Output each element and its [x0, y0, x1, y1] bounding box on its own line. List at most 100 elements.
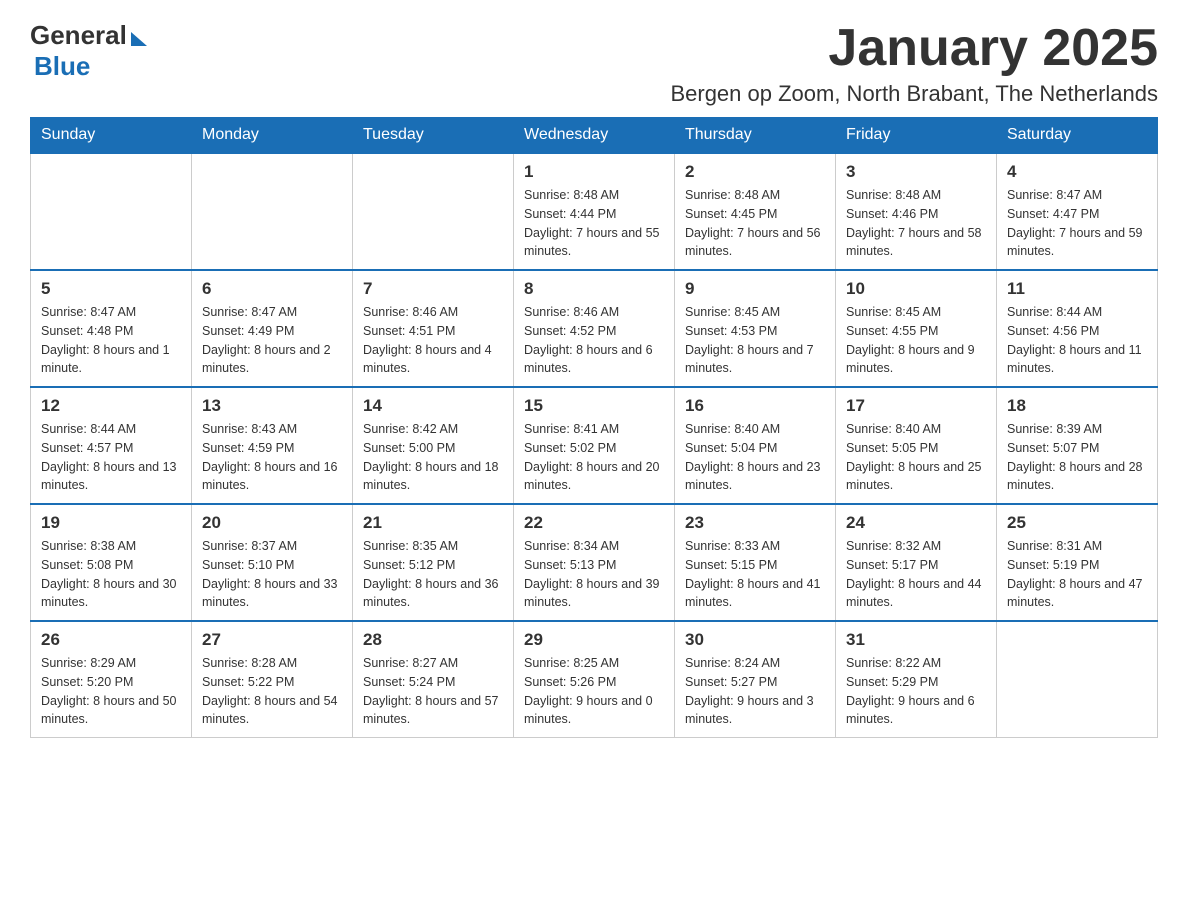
day-info: Sunrise: 8:48 AM Sunset: 4:46 PM Dayligh… — [846, 186, 986, 261]
calendar-cell: 8 Sunrise: 8:46 AM Sunset: 4:52 PM Daylig… — [514, 270, 675, 387]
calendar-cell: 18 Sunrise: 8:39 AM Sunset: 5:07 PM Dayli… — [997, 387, 1158, 504]
day-info: Sunrise: 8:34 AM Sunset: 5:13 PM Dayligh… — [524, 537, 664, 612]
day-info: Sunrise: 8:47 AM Sunset: 4:48 PM Dayligh… — [41, 303, 181, 378]
day-number: 1 — [524, 162, 664, 182]
day-number: 19 — [41, 513, 181, 533]
day-number: 21 — [363, 513, 503, 533]
day-info: Sunrise: 8:45 AM Sunset: 4:53 PM Dayligh… — [685, 303, 825, 378]
calendar-cell: 29Sunrise: 8:25 AM Sunset: 5:26 PM Dayli… — [514, 621, 675, 738]
day-number: 8 — [524, 279, 664, 299]
calendar-cell: 4 Sunrise: 8:47 AM Sunset: 4:47 PM Daylig… — [997, 153, 1158, 270]
day-number: 6 — [202, 279, 342, 299]
day-number: 30 — [685, 630, 825, 650]
title-area: January 2025 Bergen op Zoom, North Braba… — [670, 20, 1158, 107]
day-info: Sunrise: 8:29 AM Sunset: 5:20 PM Dayligh… — [41, 654, 181, 729]
calendar-cell: 2 Sunrise: 8:48 AM Sunset: 4:45 PM Daylig… — [675, 153, 836, 270]
day-number: 20 — [202, 513, 342, 533]
day-info: Sunrise: 8:27 AM Sunset: 5:24 PM Dayligh… — [363, 654, 503, 729]
day-info: Sunrise: 8:47 AM Sunset: 4:49 PM Dayligh… — [202, 303, 342, 378]
calendar-cell — [31, 153, 192, 270]
calendar-cell: 23 Sunrise: 8:33 AM Sunset: 5:15 PM Dayli… — [675, 504, 836, 621]
day-number: 15 — [524, 396, 664, 416]
day-number: 22 — [524, 513, 664, 533]
calendar-table: SundayMondayTuesdayWednesdayThursdayFrid… — [30, 117, 1158, 738]
day-info: Sunrise: 8:32 AM Sunset: 5:17 PM Dayligh… — [846, 537, 986, 612]
weekday-header-wednesday: Wednesday — [514, 118, 675, 154]
calendar-cell: 31Sunrise: 8:22 AM Sunset: 5:29 PM Dayli… — [836, 621, 997, 738]
calendar-week-row: 12 Sunrise: 8:44 AM Sunset: 4:57 PM Dayli… — [31, 387, 1158, 504]
day-info: Sunrise: 8:31 AM Sunset: 5:19 PM Dayligh… — [1007, 537, 1147, 612]
calendar-cell: 3 Sunrise: 8:48 AM Sunset: 4:46 PM Daylig… — [836, 153, 997, 270]
calendar-cell: 28Sunrise: 8:27 AM Sunset: 5:24 PM Dayli… — [353, 621, 514, 738]
day-number: 24 — [846, 513, 986, 533]
day-number: 10 — [846, 279, 986, 299]
day-info: Sunrise: 8:35 AM Sunset: 5:12 PM Dayligh… — [363, 537, 503, 612]
day-info: Sunrise: 8:41 AM Sunset: 5:02 PM Dayligh… — [524, 420, 664, 495]
calendar-cell: 20 Sunrise: 8:37 AM Sunset: 5:10 PM Dayli… — [192, 504, 353, 621]
calendar-cell — [353, 153, 514, 270]
day-info: Sunrise: 8:40 AM Sunset: 5:04 PM Dayligh… — [685, 420, 825, 495]
day-number: 26 — [41, 630, 181, 650]
logo: General Blue — [30, 20, 147, 82]
day-number: 17 — [846, 396, 986, 416]
weekday-header-sunday: Sunday — [31, 118, 192, 154]
day-number: 7 — [363, 279, 503, 299]
calendar-cell: 30Sunrise: 8:24 AM Sunset: 5:27 PM Dayli… — [675, 621, 836, 738]
day-info: Sunrise: 8:37 AM Sunset: 5:10 PM Dayligh… — [202, 537, 342, 612]
day-info: Sunrise: 8:46 AM Sunset: 4:52 PM Dayligh… — [524, 303, 664, 378]
calendar-cell: 25 Sunrise: 8:31 AM Sunset: 5:19 PM Dayli… — [997, 504, 1158, 621]
day-info: Sunrise: 8:43 AM Sunset: 4:59 PM Dayligh… — [202, 420, 342, 495]
day-info: Sunrise: 8:38 AM Sunset: 5:08 PM Dayligh… — [41, 537, 181, 612]
calendar-cell: 7 Sunrise: 8:46 AM Sunset: 4:51 PM Daylig… — [353, 270, 514, 387]
calendar-cell: 5 Sunrise: 8:47 AM Sunset: 4:48 PM Daylig… — [31, 270, 192, 387]
calendar-cell: 13Sunrise: 8:43 AM Sunset: 4:59 PM Dayli… — [192, 387, 353, 504]
day-info: Sunrise: 8:47 AM Sunset: 4:47 PM Dayligh… — [1007, 186, 1147, 261]
day-number: 16 — [685, 396, 825, 416]
calendar-cell: 1 Sunrise: 8:48 AM Sunset: 4:44 PM Daylig… — [514, 153, 675, 270]
calendar-cell: 27Sunrise: 8:28 AM Sunset: 5:22 PM Dayli… — [192, 621, 353, 738]
location-title: Bergen op Zoom, North Brabant, The Nethe… — [670, 81, 1158, 107]
calendar-cell: 10 Sunrise: 8:45 AM Sunset: 4:55 PM Dayli… — [836, 270, 997, 387]
day-info: Sunrise: 8:44 AM Sunset: 4:56 PM Dayligh… — [1007, 303, 1147, 378]
weekday-header-thursday: Thursday — [675, 118, 836, 154]
day-info: Sunrise: 8:22 AM Sunset: 5:29 PM Dayligh… — [846, 654, 986, 729]
day-info: Sunrise: 8:48 AM Sunset: 4:45 PM Dayligh… — [685, 186, 825, 261]
weekday-header-row: SundayMondayTuesdayWednesdayThursdayFrid… — [31, 118, 1158, 154]
calendar-cell: 16 Sunrise: 8:40 AM Sunset: 5:04 PM Dayli… — [675, 387, 836, 504]
day-number: 23 — [685, 513, 825, 533]
day-info: Sunrise: 8:40 AM Sunset: 5:05 PM Dayligh… — [846, 420, 986, 495]
calendar-cell — [192, 153, 353, 270]
calendar-cell: 11Sunrise: 8:44 AM Sunset: 4:56 PM Dayli… — [997, 270, 1158, 387]
day-number: 18 — [1007, 396, 1147, 416]
logo-general-text: General — [30, 20, 127, 51]
calendar-cell: 12 Sunrise: 8:44 AM Sunset: 4:57 PM Dayli… — [31, 387, 192, 504]
day-info: Sunrise: 8:44 AM Sunset: 4:57 PM Dayligh… — [41, 420, 181, 495]
weekday-header-tuesday: Tuesday — [353, 118, 514, 154]
calendar-header: SundayMondayTuesdayWednesdayThursdayFrid… — [31, 118, 1158, 154]
day-info: Sunrise: 8:48 AM Sunset: 4:44 PM Dayligh… — [524, 186, 664, 261]
day-info: Sunrise: 8:39 AM Sunset: 5:07 PM Dayligh… — [1007, 420, 1147, 495]
day-number: 3 — [846, 162, 986, 182]
day-info: Sunrise: 8:46 AM Sunset: 4:51 PM Dayligh… — [363, 303, 503, 378]
day-number: 5 — [41, 279, 181, 299]
day-info: Sunrise: 8:45 AM Sunset: 4:55 PM Dayligh… — [846, 303, 986, 378]
day-number: 2 — [685, 162, 825, 182]
weekday-header-friday: Friday — [836, 118, 997, 154]
month-title: January 2025 — [670, 20, 1158, 77]
calendar-cell: 17 Sunrise: 8:40 AM Sunset: 5:05 PM Dayli… — [836, 387, 997, 504]
logo-blue-text: Blue — [34, 51, 90, 81]
weekday-header-saturday: Saturday — [997, 118, 1158, 154]
calendar-cell: 14Sunrise: 8:42 AM Sunset: 5:00 PM Dayli… — [353, 387, 514, 504]
calendar-body: 1 Sunrise: 8:48 AM Sunset: 4:44 PM Daylig… — [31, 153, 1158, 738]
calendar-cell: 9 Sunrise: 8:45 AM Sunset: 4:53 PM Daylig… — [675, 270, 836, 387]
day-number: 9 — [685, 279, 825, 299]
day-number: 29 — [524, 630, 664, 650]
day-number: 12 — [41, 396, 181, 416]
day-number: 4 — [1007, 162, 1147, 182]
day-info: Sunrise: 8:28 AM Sunset: 5:22 PM Dayligh… — [202, 654, 342, 729]
day-info: Sunrise: 8:33 AM Sunset: 5:15 PM Dayligh… — [685, 537, 825, 612]
day-number: 25 — [1007, 513, 1147, 533]
calendar-cell — [997, 621, 1158, 738]
calendar-cell: 26 Sunrise: 8:29 AM Sunset: 5:20 PM Dayli… — [31, 621, 192, 738]
calendar-week-row: 19 Sunrise: 8:38 AM Sunset: 5:08 PM Dayli… — [31, 504, 1158, 621]
